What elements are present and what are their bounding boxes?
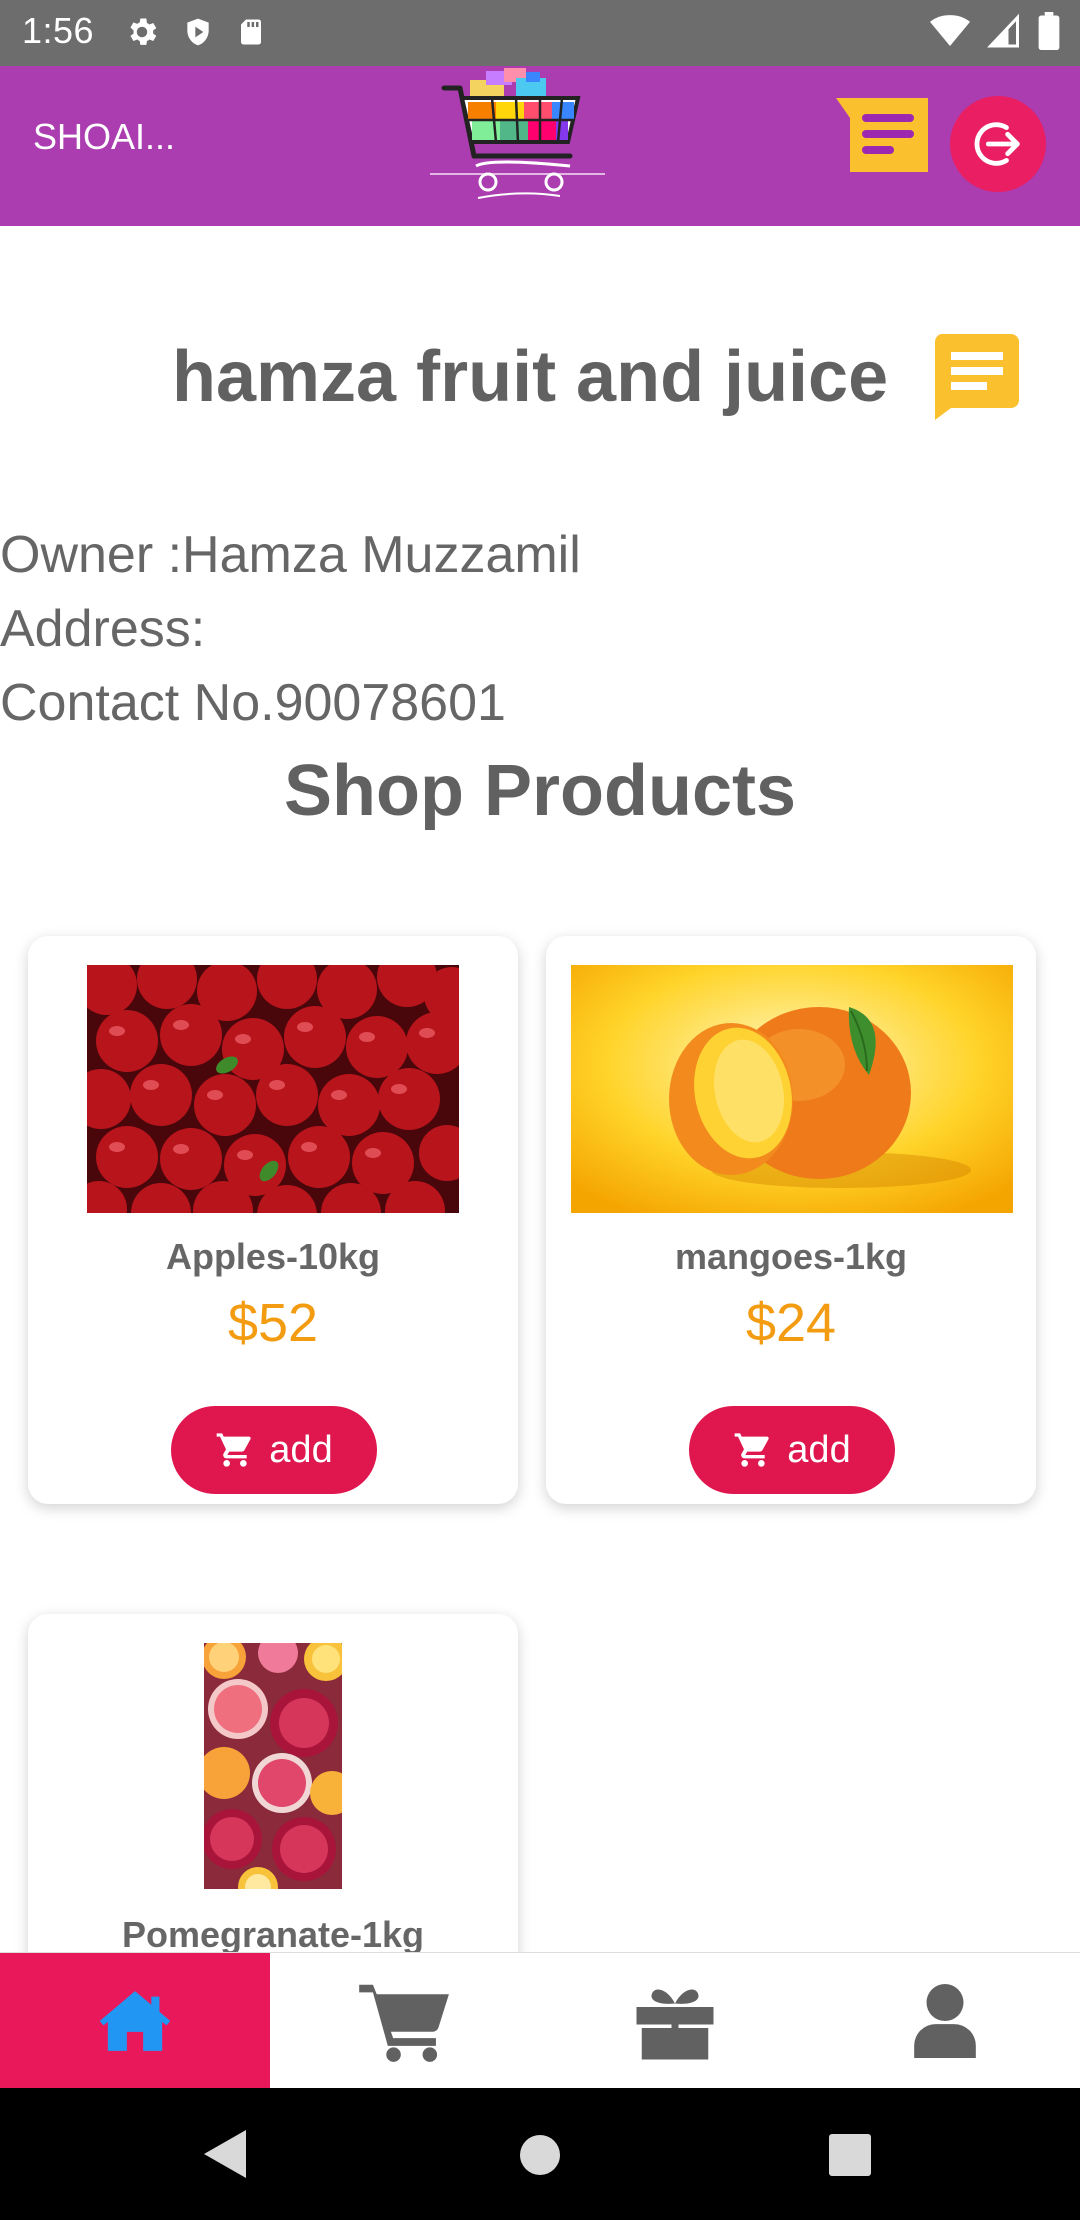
app-bar: SHOAI...: [0, 66, 1080, 226]
shopping-cart-logo: [430, 68, 605, 199]
sd-card-icon: [241, 19, 261, 45]
logout-icon: [974, 122, 1020, 166]
status-icons-right: [930, 12, 1060, 50]
gift-icon: [636, 1989, 714, 2060]
product-price: $52: [227, 1293, 319, 1353]
wifi-icon: [930, 15, 970, 46]
shop-info: Owner :Hamza Muzzamil Address: Contact N…: [0, 518, 581, 740]
system-navigation-bar: [0, 2088, 1080, 2220]
status-bar: 1:56: [0, 0, 1080, 66]
recents-icon[interactable]: [829, 2134, 871, 2176]
product-image-pomegranate: [204, 1643, 342, 1889]
product-image-mangoes: [571, 965, 1013, 1213]
home-button-icon[interactable]: [519, 2134, 561, 2176]
notes-icon[interactable]: [836, 98, 928, 172]
add-label: add: [787, 1428, 851, 1471]
tab-home[interactable]: [0, 1953, 270, 2089]
status-icons-left: [124, 14, 266, 50]
product-price: $24: [745, 1293, 837, 1353]
shop-owner: Owner :Hamza Muzzamil: [0, 526, 581, 584]
cart-icon: [734, 1433, 770, 1467]
product-name: mangoes-1kg: [674, 1236, 908, 1277]
user-name[interactable]: SHOAI...: [33, 116, 175, 158]
product-card[interactable]: mangoes-1kg $24 add: [546, 936, 1036, 1504]
chat-icon[interactable]: [933, 334, 1019, 420]
shop-header: hamza fruit and juice: [0, 328, 1080, 428]
bottom-navigation: [0, 1952, 1080, 2089]
product-image-apples: [87, 965, 459, 1213]
shop-contact: Contact No.90078601: [0, 674, 506, 732]
home-icon: [99, 1991, 171, 2051]
add-label: add: [269, 1428, 333, 1471]
cart-icon: [216, 1433, 252, 1467]
shop-address: Address:: [0, 600, 206, 658]
status-time: 1:56: [22, 10, 95, 51]
tab-gifts[interactable]: [540, 1953, 810, 2089]
back-icon[interactable]: [202, 2128, 248, 2180]
product-name: Apples-10kg: [165, 1236, 381, 1277]
product-name: Pomegranate-1kg: [121, 1914, 425, 1955]
shop-name: hamza fruit and juice: [172, 337, 889, 417]
add-to-cart-button[interactable]: add: [171, 1406, 377, 1494]
section-title: Shop Products: [283, 751, 796, 831]
battery-icon: [1038, 12, 1060, 50]
signal-icon: [987, 13, 1019, 48]
profile-icon: [914, 1984, 976, 2058]
product-card[interactable]: Apples-10kg $52 add: [28, 936, 518, 1504]
logout-button[interactable]: [950, 96, 1046, 192]
tab-profile[interactable]: [810, 1953, 1080, 2089]
settings-icon: [130, 18, 157, 45]
add-to-cart-button[interactable]: add: [689, 1406, 895, 1494]
tab-cart[interactable]: [270, 1953, 540, 2089]
cart-icon: [359, 1984, 449, 2062]
shield-icon: [187, 18, 209, 46]
